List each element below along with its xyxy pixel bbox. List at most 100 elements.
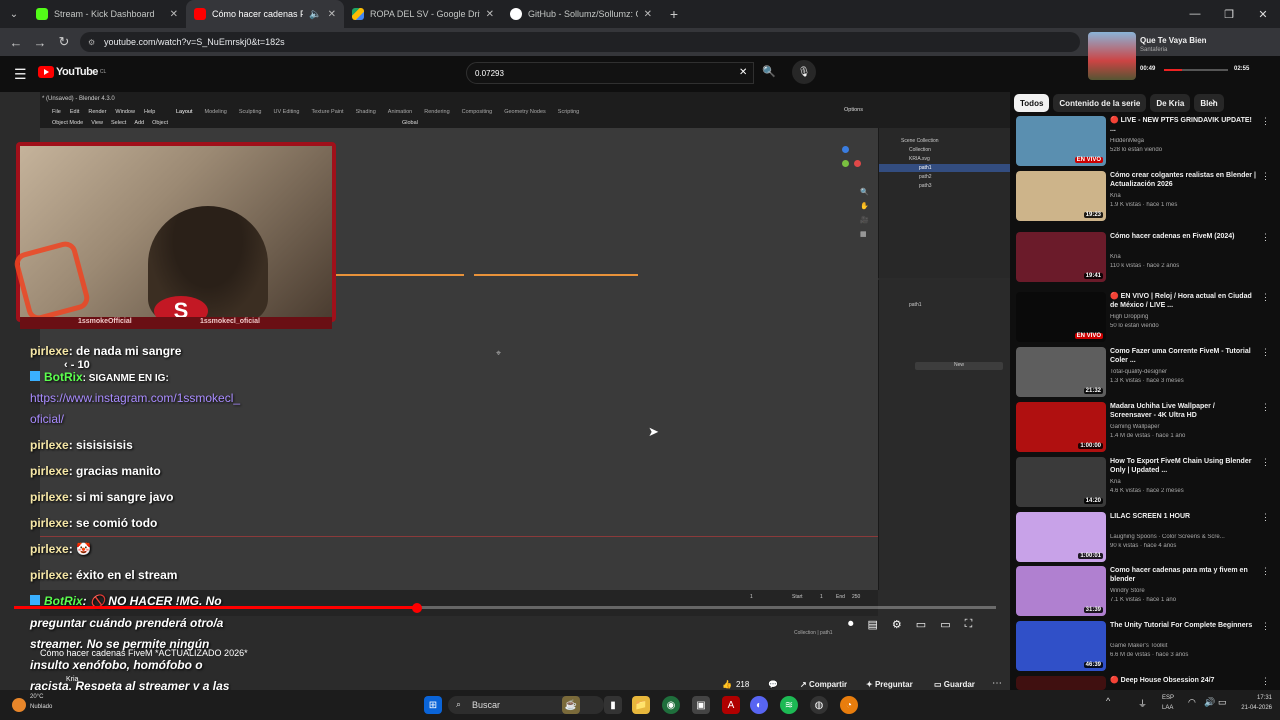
video-thumbnail[interactable]: 46:39 [1016,621,1106,671]
fullscreen-icon[interactable]: ⛶ [965,618,973,631]
miniplayer-icon[interactable]: ▭ [916,618,926,631]
orientation-select[interactable]: Global [402,120,418,126]
weather-icon[interactable] [12,698,26,712]
miniplayer-thumbnail[interactable] [1088,32,1136,80]
recommendation-item[interactable]: 19:41 Cómo hacer cadenas en FiveM (2024) K… [1016,232,1270,282]
tab-kick[interactable]: Stream - Kick Dashboard ✕ [28,0,186,28]
grid-icon[interactable]: ▦ [860,230,869,238]
video-thumbnail[interactable]: 1:00:01 [1016,512,1106,562]
recommendation-item[interactable]: 19:23 Cómo crear colgantes realistas en B… [1016,171,1270,221]
mode-select[interactable]: Object Mode [52,120,83,126]
url-field[interactable]: ⚙ youtube.com/watch?v=S_NuEmrskj0&t=182s [80,32,1080,52]
more-options-icon[interactable]: ⋮ [1261,676,1270,687]
site-info-icon[interactable]: ⚙ [88,38,95,47]
zoom-icon[interactable]: 🔍 [860,188,869,196]
outliner-item[interactable]: path2 [919,174,932,180]
comments-icon[interactable]: 💬 [768,680,778,689]
recommendation-item[interactable]: 1:00:00 Madara Uchiha Live Wallpaper / Sc… [1016,402,1270,452]
speaker-icon[interactable]: 🔈 [309,9,321,20]
show-hidden-icon[interactable]: ^ [1106,696,1110,706]
settings-icon[interactable]: ⚙ [892,618,902,631]
navigation-gizmo[interactable] [830,146,862,178]
workspace-tab[interactable]: Texture Paint [311,109,343,115]
chip-blender[interactable]: Blen [1194,94,1224,112]
workspace-tab[interactable]: Rendering [424,109,449,115]
path-curve[interactable] [372,274,414,276]
more-options-icon[interactable]: ⋮ [1261,292,1270,303]
clock-time[interactable]: 17:31 [1236,695,1272,701]
menu-file[interactable]: File [52,109,61,115]
video-thumbnail[interactable]: EN VIVO [1016,292,1106,342]
video-thumbnail[interactable]: 21:32 [1016,347,1106,397]
taskbar-search[interactable]: ⌕ Buscar [448,696,604,714]
recommendation-title[interactable]: LILAC SCREEN 1 HOUR [1110,512,1258,521]
close-icon[interactable]: ✕ [170,9,178,20]
tab-drive[interactable]: ROPA DEL SV - Google Drive ✕ [344,0,502,28]
menu-icon[interactable]: ☰ [14,66,27,83]
object-menu[interactable]: Object [152,120,168,126]
recommendation-title[interactable]: 🔴 Deep House Obsession 24/7 [1110,676,1258,685]
recommendation-title[interactable]: 🔴 EN VIVO | Reloj / Hora actual en Ciuda… [1110,292,1258,310]
discord-icon[interactable]: ◐ [750,696,768,714]
video-thumbnail[interactable]: 1:00:00 [1016,402,1106,452]
chrome-icon[interactable]: ◉ [662,696,680,714]
recommendation-title[interactable]: Madara Uchiha Live Wallpaper / Screensav… [1110,402,1258,420]
3d-cursor-icon[interactable]: ⌖ [496,348,501,359]
close-icon[interactable]: ✕ [486,9,494,20]
close-icon[interactable]: ✕ [644,9,652,20]
volume-icon[interactable]: 🔊 [1204,697,1215,708]
more-icon[interactable]: ⋯ [992,678,1002,689]
blender-icon[interactable]: ◔ [840,696,858,714]
tab-search-icon[interactable]: ⌄ [0,9,28,20]
start-frame[interactable]: 1 [820,594,823,600]
recommendation-title[interactable]: How To Export FiveM Chain Using Blender … [1110,457,1258,475]
menu-render[interactable]: Render [88,109,106,115]
recommendation-item[interactable]: 1:00:01 LILAC SCREEN 1 HOUR Laughing Spoon… [1016,512,1270,562]
recommendation-item[interactable]: 🔴 Deep House Obsession 24/7 ⋮ [1016,676,1270,690]
back-icon[interactable]: ← [4,35,28,50]
path-curve[interactable] [474,274,638,276]
outliner-item[interactable]: Collection [909,147,931,153]
outliner-item[interactable]: KRIA.svg [909,156,930,162]
acrobat-icon[interactable]: A [722,696,740,714]
workspace-tab[interactable]: Compositing [462,109,493,115]
outliner-item[interactable]: path3 [919,183,932,189]
maximize-icon[interactable]: ❐ [1212,0,1246,28]
file-explorer-icon[interactable]: 📁 [632,696,650,714]
outliner-item[interactable]: path1 [919,165,932,171]
more-options-icon[interactable]: ⋮ [1261,566,1270,577]
recommendation-item[interactable]: 31:39 Como hacer cadenas para mta y fivem… [1016,566,1270,616]
chip-from-channel[interactable]: De Kria [1150,94,1191,112]
wifi-icon[interactable]: ◠ [1188,697,1196,708]
forward-icon[interactable]: → [28,35,52,50]
video-thumbnail[interactable] [1016,676,1106,690]
battery-icon[interactable]: ▭ [1218,697,1227,708]
share-button[interactable]: ↗ Compartir [800,680,847,689]
video-thumbnail[interactable]: 31:39 [1016,566,1106,616]
chat-link[interactable]: oficial/ [30,412,64,426]
video-thumbnail[interactable]: 14:20 [1016,457,1106,507]
youtube-logo[interactable]: YouTube CL [38,66,106,78]
chip-all[interactable]: Todos [1014,94,1050,112]
terminal-icon[interactable]: ▮ [604,696,622,714]
new-tab-button[interactable]: + [660,6,688,22]
save-button[interactable]: ▭ Guardar [934,680,975,689]
recommendation-title[interactable]: Cómo hacer cadenas en FiveM (2024) [1110,232,1258,241]
recommendation-item[interactable]: EN VIVO 🔴 EN VIVO | Reloj / Hora actual e… [1016,292,1270,342]
new-button[interactable]: New [915,362,1003,370]
current-frame[interactable]: 1 [750,594,753,600]
path-curve[interactable] [424,274,464,276]
tab-youtube[interactable]: Cómo hacer cadenas FiveM 🔈 ✕ [186,0,344,28]
camera-icon[interactable]: 🎥 [860,216,869,224]
select-menu[interactable]: Select [111,120,126,126]
search-icon[interactable]: 🔍 [762,65,776,78]
recommendation-title[interactable]: Cómo crear colgantes realistas en Blende… [1110,171,1258,189]
add-menu[interactable]: Add [134,120,144,126]
more-options-icon[interactable]: ⋮ [1261,171,1270,182]
workspace-tab[interactable]: Shading [356,109,376,115]
recommendation-item[interactable]: 14:20 How To Export FiveM Chain Using Ble… [1016,457,1270,507]
minimize-icon[interactable]: — [1178,0,1212,28]
more-options-icon[interactable]: ⋮ [1261,457,1270,468]
menu-edit[interactable]: Edit [70,109,79,115]
menu-help[interactable]: Help [144,109,155,115]
